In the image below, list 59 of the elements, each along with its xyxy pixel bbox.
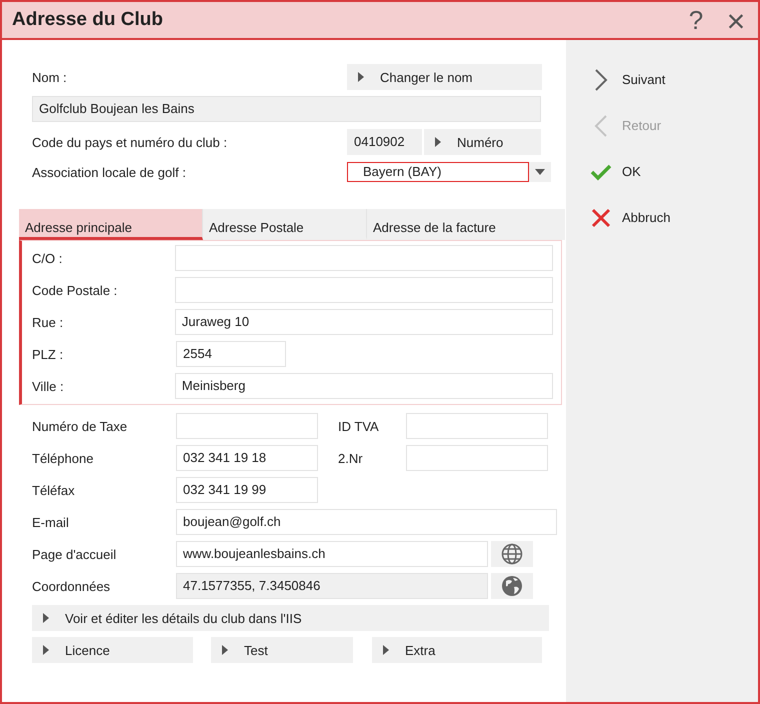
- triangle-icon: [43, 613, 49, 623]
- checkmark-icon: [590, 162, 612, 180]
- association-dropdown[interactable]: Bayern (BAY): [347, 162, 529, 182]
- triangle-icon: [383, 645, 389, 655]
- field-label: Téléphone: [32, 450, 94, 466]
- action-button[interactable]: Test: [211, 637, 353, 663]
- globe-icon: [501, 543, 523, 565]
- field-label: E-mail: [32, 514, 70, 530]
- caret-icon: [535, 169, 545, 175]
- input-field[interactable]: Meinisberg: [174, 373, 553, 399]
- dropdown-button[interactable]: [529, 162, 551, 182]
- window-title: Adresse du Club: [12, 9, 164, 31]
- sidebar-button[interactable]: OK: [590, 158, 758, 185]
- field-label: Téléfax: [32, 482, 76, 498]
- field-label: 2.Nr: [338, 450, 364, 466]
- triangle-icon: [43, 645, 49, 655]
- iis-details-button[interactable]: Voir et éditer les détails du club dans l'IIS: [32, 605, 549, 631]
- input-field[interactable]: 032 341 19 99: [176, 477, 318, 503]
- earth-icon: [501, 575, 523, 597]
- field-label: Ville :: [32, 378, 65, 394]
- input-field[interactable]: [406, 445, 548, 471]
- name-label: Nom :: [32, 70, 68, 84]
- field-label: Rue :: [32, 314, 64, 330]
- input-field[interactable]: boujean@golf.ch: [176, 509, 557, 535]
- field-label: Numéro de Taxe: [32, 418, 128, 434]
- club-code-field[interactable]: 0410902: [347, 129, 422, 155]
- web-button[interactable]: [491, 541, 533, 567]
- action-button[interactable]: Extra: [372, 637, 542, 663]
- input-field[interactable]: [406, 413, 548, 439]
- input-field[interactable]: [174, 277, 553, 303]
- sidebar-button[interactable]: Suivant: [590, 66, 758, 93]
- field-label: Page d'accueil: [32, 546, 118, 562]
- close-icon: [590, 208, 612, 228]
- input-field[interactable]: Juraweg 10: [174, 309, 553, 335]
- sidebar-button[interactable]: Abbruch: [590, 204, 758, 231]
- triangle-icon: [358, 72, 364, 82]
- name-field[interactable]: Golfclub Boujean les Bains: [32, 96, 541, 122]
- association-label: Association locale de golf :: [32, 164, 187, 180]
- input-field[interactable]: [174, 245, 553, 271]
- close-button[interactable]: ×: [716, 3, 756, 37]
- field-label: ID TVA: [338, 418, 380, 434]
- help-button[interactable]: ?: [676, 3, 716, 37]
- input-field[interactable]: www.boujeanlesbains.ch: [176, 541, 488, 567]
- triangle-icon: [222, 645, 228, 655]
- field-label: C/O :: [32, 250, 64, 266]
- club-code-label: Code du pays et numéro du club :: [32, 134, 228, 150]
- tab[interactable]: Adresse principale: [19, 209, 203, 240]
- input-field[interactable]: [176, 413, 318, 439]
- input-field[interactable]: 032 341 19 18: [176, 445, 318, 471]
- coordinates-field: 47.1577355, 7.3450846: [176, 573, 488, 599]
- map-button[interactable]: [491, 573, 533, 599]
- field-label: Code Postale :: [32, 282, 118, 298]
- triangle-icon: [435, 137, 441, 147]
- number-button[interactable]: Numéro: [424, 129, 541, 155]
- field-label: PLZ :: [32, 346, 64, 362]
- input-field[interactable]: 2554: [176, 341, 286, 367]
- field-label: Coordonnées: [32, 578, 112, 594]
- change-name-button[interactable]: Changer le nom: [347, 64, 542, 90]
- action-button[interactable]: Licence: [32, 637, 193, 663]
